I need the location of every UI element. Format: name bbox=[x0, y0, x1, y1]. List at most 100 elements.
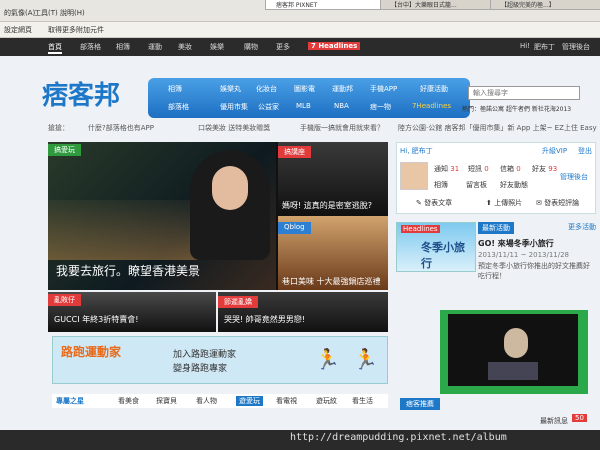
mainnav-item[interactable]: 7Headlines bbox=[412, 102, 451, 110]
more-news-link[interactable]: 更多活動 bbox=[568, 222, 596, 232]
mainnav-item[interactable]: 公益家 bbox=[258, 102, 279, 112]
tab[interactable]: 看電視 bbox=[276, 396, 297, 406]
topnav-admin[interactable]: 管理後台 bbox=[562, 42, 590, 52]
section-title: 痞客推薦 bbox=[400, 398, 440, 410]
user-link[interactable]: 留言板 bbox=[466, 180, 487, 190]
browser-tab[interactable]: 痞客邦 PIXNET bbox=[265, 0, 387, 10]
mainnav-item[interactable]: 好康活動 bbox=[420, 84, 448, 94]
post-review-button[interactable]: ✉ 發表短評論 bbox=[536, 198, 579, 208]
browser-tabs: 痞客邦 PIXNET 【台中】大樂眼日式籠... 【超級完美的極...】 bbox=[215, 0, 600, 10]
tab[interactable]: 探寶貝 bbox=[156, 396, 177, 406]
tab[interactable]: 看生活 bbox=[352, 396, 373, 406]
headlines-badge[interactable]: 7 Headlines bbox=[308, 42, 361, 50]
mainnav-item[interactable]: 相簿 bbox=[168, 84, 182, 94]
bookmark-item[interactable]: 設定網頁 bbox=[4, 25, 32, 35]
runner-icon: 🏃 bbox=[315, 347, 340, 371]
topnav-shopping[interactable]: 購物 bbox=[244, 42, 258, 52]
runner-icon: 🏃 bbox=[353, 347, 378, 371]
hero-tag[interactable]: 搞愛玩 bbox=[48, 144, 81, 156]
manage-link[interactable]: 管理後台 bbox=[560, 172, 588, 182]
notif-label[interactable]: 最新訊息 bbox=[540, 416, 568, 426]
news-title[interactable]: GO! 來場冬季小旅行 bbox=[478, 238, 596, 249]
site-topnav: 首頁 部落格 相簿 運動 美妝 娛樂 購物 更多 7 Headlines Hi!… bbox=[0, 38, 600, 56]
video-player[interactable] bbox=[448, 314, 578, 386]
tile-caption[interactable]: GUCCI 年終3折特賣會! bbox=[54, 314, 138, 325]
main-nav: 相簿 娛樂丸 化妝台 圖影電 運動邦 手機APP 好康活動 部落格 優用市集 公… bbox=[148, 78, 470, 118]
topnav-username[interactable]: 肥布丁 bbox=[534, 42, 555, 52]
video-desk bbox=[488, 362, 538, 380]
post-article-button[interactable]: ✎ 發表文章 bbox=[416, 198, 452, 208]
tile-tag: 節遲亂嬌 bbox=[218, 296, 258, 308]
ticker-item[interactable]: 手機版一搞就會用就來看？ bbox=[300, 123, 384, 133]
tile-caption[interactable]: 媽呀! 這真的是密室逃脫? bbox=[282, 200, 372, 211]
mainnav-item[interactable]: 部落格 bbox=[168, 102, 189, 112]
upgrade-vip-link[interactable]: 升級VIP bbox=[542, 146, 567, 156]
tab-active[interactable]: 遊愛玩 bbox=[236, 396, 263, 406]
running-promo-banner[interactable]: 路跑運動家 加入路跑運動家 變身路跑專家 🏃 🏃 bbox=[52, 336, 388, 384]
tile-tag: 搞講座 bbox=[278, 146, 311, 158]
stat-mail[interactable]: 信箱 0 bbox=[500, 164, 521, 174]
topnav-more[interactable]: 更多 bbox=[276, 42, 290, 52]
video-face bbox=[504, 328, 528, 358]
topnav-entertainment[interactable]: 娛樂 bbox=[210, 42, 224, 52]
mainnav-item[interactable]: 優用市集 bbox=[220, 102, 248, 112]
news-date: 2013/11/11 ~ 2013/11/28 bbox=[478, 251, 570, 259]
stat-friends[interactable]: 好友 93 bbox=[532, 164, 557, 174]
watermark: http://dreampudding.pixnet.net/album bbox=[290, 432, 507, 443]
mainnav-item[interactable]: 痞一物 bbox=[370, 102, 391, 112]
hot-keywords[interactable]: 熱門：極諾公寓 超牛者們 新社花海2013 bbox=[462, 104, 592, 114]
tile-caption[interactable]: 巷口美味 十大最強鍋店巡禮 bbox=[282, 276, 381, 287]
topnav-home[interactable]: 首頁 bbox=[48, 42, 62, 54]
ticker-item[interactable]: 陸方公園·公館 痞客邦「優用市集」新 App 上架~ EZ上住 Easy bbox=[398, 123, 597, 133]
bookmark-item[interactable]: 取得更多附加元件 bbox=[48, 25, 104, 35]
tile-caption[interactable]: 哭哭! 帥哥竟然男男戀! bbox=[224, 314, 305, 325]
news-ticker: 搶搶： 什麼?部落格也有APP 口袋美妝 送特美妝贈獎 手機版一搞就會用就來看？… bbox=[48, 120, 598, 134]
menu-item[interactable]: 說明(H) bbox=[60, 8, 85, 18]
hero-face bbox=[212, 166, 248, 210]
hero-caption[interactable]: 我要去旅行。瞭望香港美景 bbox=[56, 262, 276, 280]
tab[interactable]: 看人物 bbox=[196, 396, 217, 406]
tile-tag: 亂敗仔 bbox=[48, 294, 81, 306]
topnav-hi: Hi! bbox=[520, 42, 531, 50]
notif-count[interactable]: 50 bbox=[572, 414, 587, 422]
mainnav-item[interactable]: 運動邦 bbox=[332, 84, 353, 94]
avatar[interactable] bbox=[400, 162, 428, 190]
topnav-beauty[interactable]: 美妝 bbox=[178, 42, 192, 52]
promo-line: 加入路跑運動家 bbox=[173, 350, 237, 360]
bookmarks-bar: 設定網頁 取得更多附加元件 bbox=[0, 22, 600, 38]
tab[interactable]: 遊玩紋 bbox=[316, 396, 337, 406]
user-link[interactable]: 好友動態 bbox=[500, 180, 528, 190]
ticker-item[interactable]: 什麼?部落格也有APP bbox=[88, 123, 154, 133]
mainnav-item[interactable]: 娛樂丸 bbox=[220, 84, 241, 94]
bottomtabs-title: 專屬之星 bbox=[56, 397, 84, 405]
stat-notify[interactable]: 通知 31 bbox=[434, 164, 459, 174]
stat-msg[interactable]: 短訊 0 bbox=[468, 164, 489, 174]
mainnav-item[interactable]: MLB bbox=[296, 102, 311, 110]
news-desc: 預定冬季小旅行你推出的好文推薦好吃行程！ bbox=[478, 262, 590, 280]
site-logo[interactable]: 痞客邦 bbox=[42, 75, 132, 111]
mainnav-item[interactable]: 圖影電 bbox=[294, 84, 315, 94]
topnav-blog[interactable]: 部落格 bbox=[80, 42, 101, 52]
topnav-album[interactable]: 相簿 bbox=[116, 42, 130, 52]
user-link[interactable]: 相簿 bbox=[434, 180, 448, 190]
search-input[interactable] bbox=[468, 86, 580, 100]
topnav-sports[interactable]: 運動 bbox=[148, 42, 162, 52]
menu-item[interactable]: 工具(T) bbox=[34, 8, 58, 18]
headlines-logo: Headlines bbox=[401, 225, 440, 233]
news-box: 最新活動 更多活動 GO! 來場冬季小旅行 2013/11/11 ~ 2013/… bbox=[478, 222, 596, 280]
browser-tab[interactable]: 【台中】大樂眼日式籠... bbox=[380, 0, 497, 10]
tab[interactable]: 看美食 bbox=[118, 396, 139, 406]
ad-title: 冬季小旅行 bbox=[421, 241, 465, 270]
ticker-item[interactable]: 口袋美妝 送特美妝贈獎 bbox=[198, 123, 270, 133]
mainnav-item[interactable]: 化妝台 bbox=[256, 84, 277, 94]
travel-ad[interactable]: Headlines 冬季小旅行 bbox=[396, 222, 476, 272]
bottom-tabs: 專屬之星 看美食 探寶貝 看人物 遊愛玩 看電視 遊玩紋 看生活 bbox=[52, 394, 388, 408]
browser-tab[interactable]: 【超級完美的極...】 bbox=[490, 0, 600, 10]
mainnav-item[interactable]: NBA bbox=[334, 102, 349, 110]
mainnav-item[interactable]: 手機APP bbox=[370, 84, 397, 94]
menu-item[interactable]: 的氣像(A) bbox=[4, 8, 35, 18]
tile-tag: Qblog bbox=[278, 222, 311, 234]
logout-link[interactable]: 登出 bbox=[578, 146, 592, 156]
upload-photo-button[interactable]: ⬆ 上傳照片 bbox=[486, 198, 522, 208]
promo-line: 變身路跑專家 bbox=[173, 364, 228, 374]
